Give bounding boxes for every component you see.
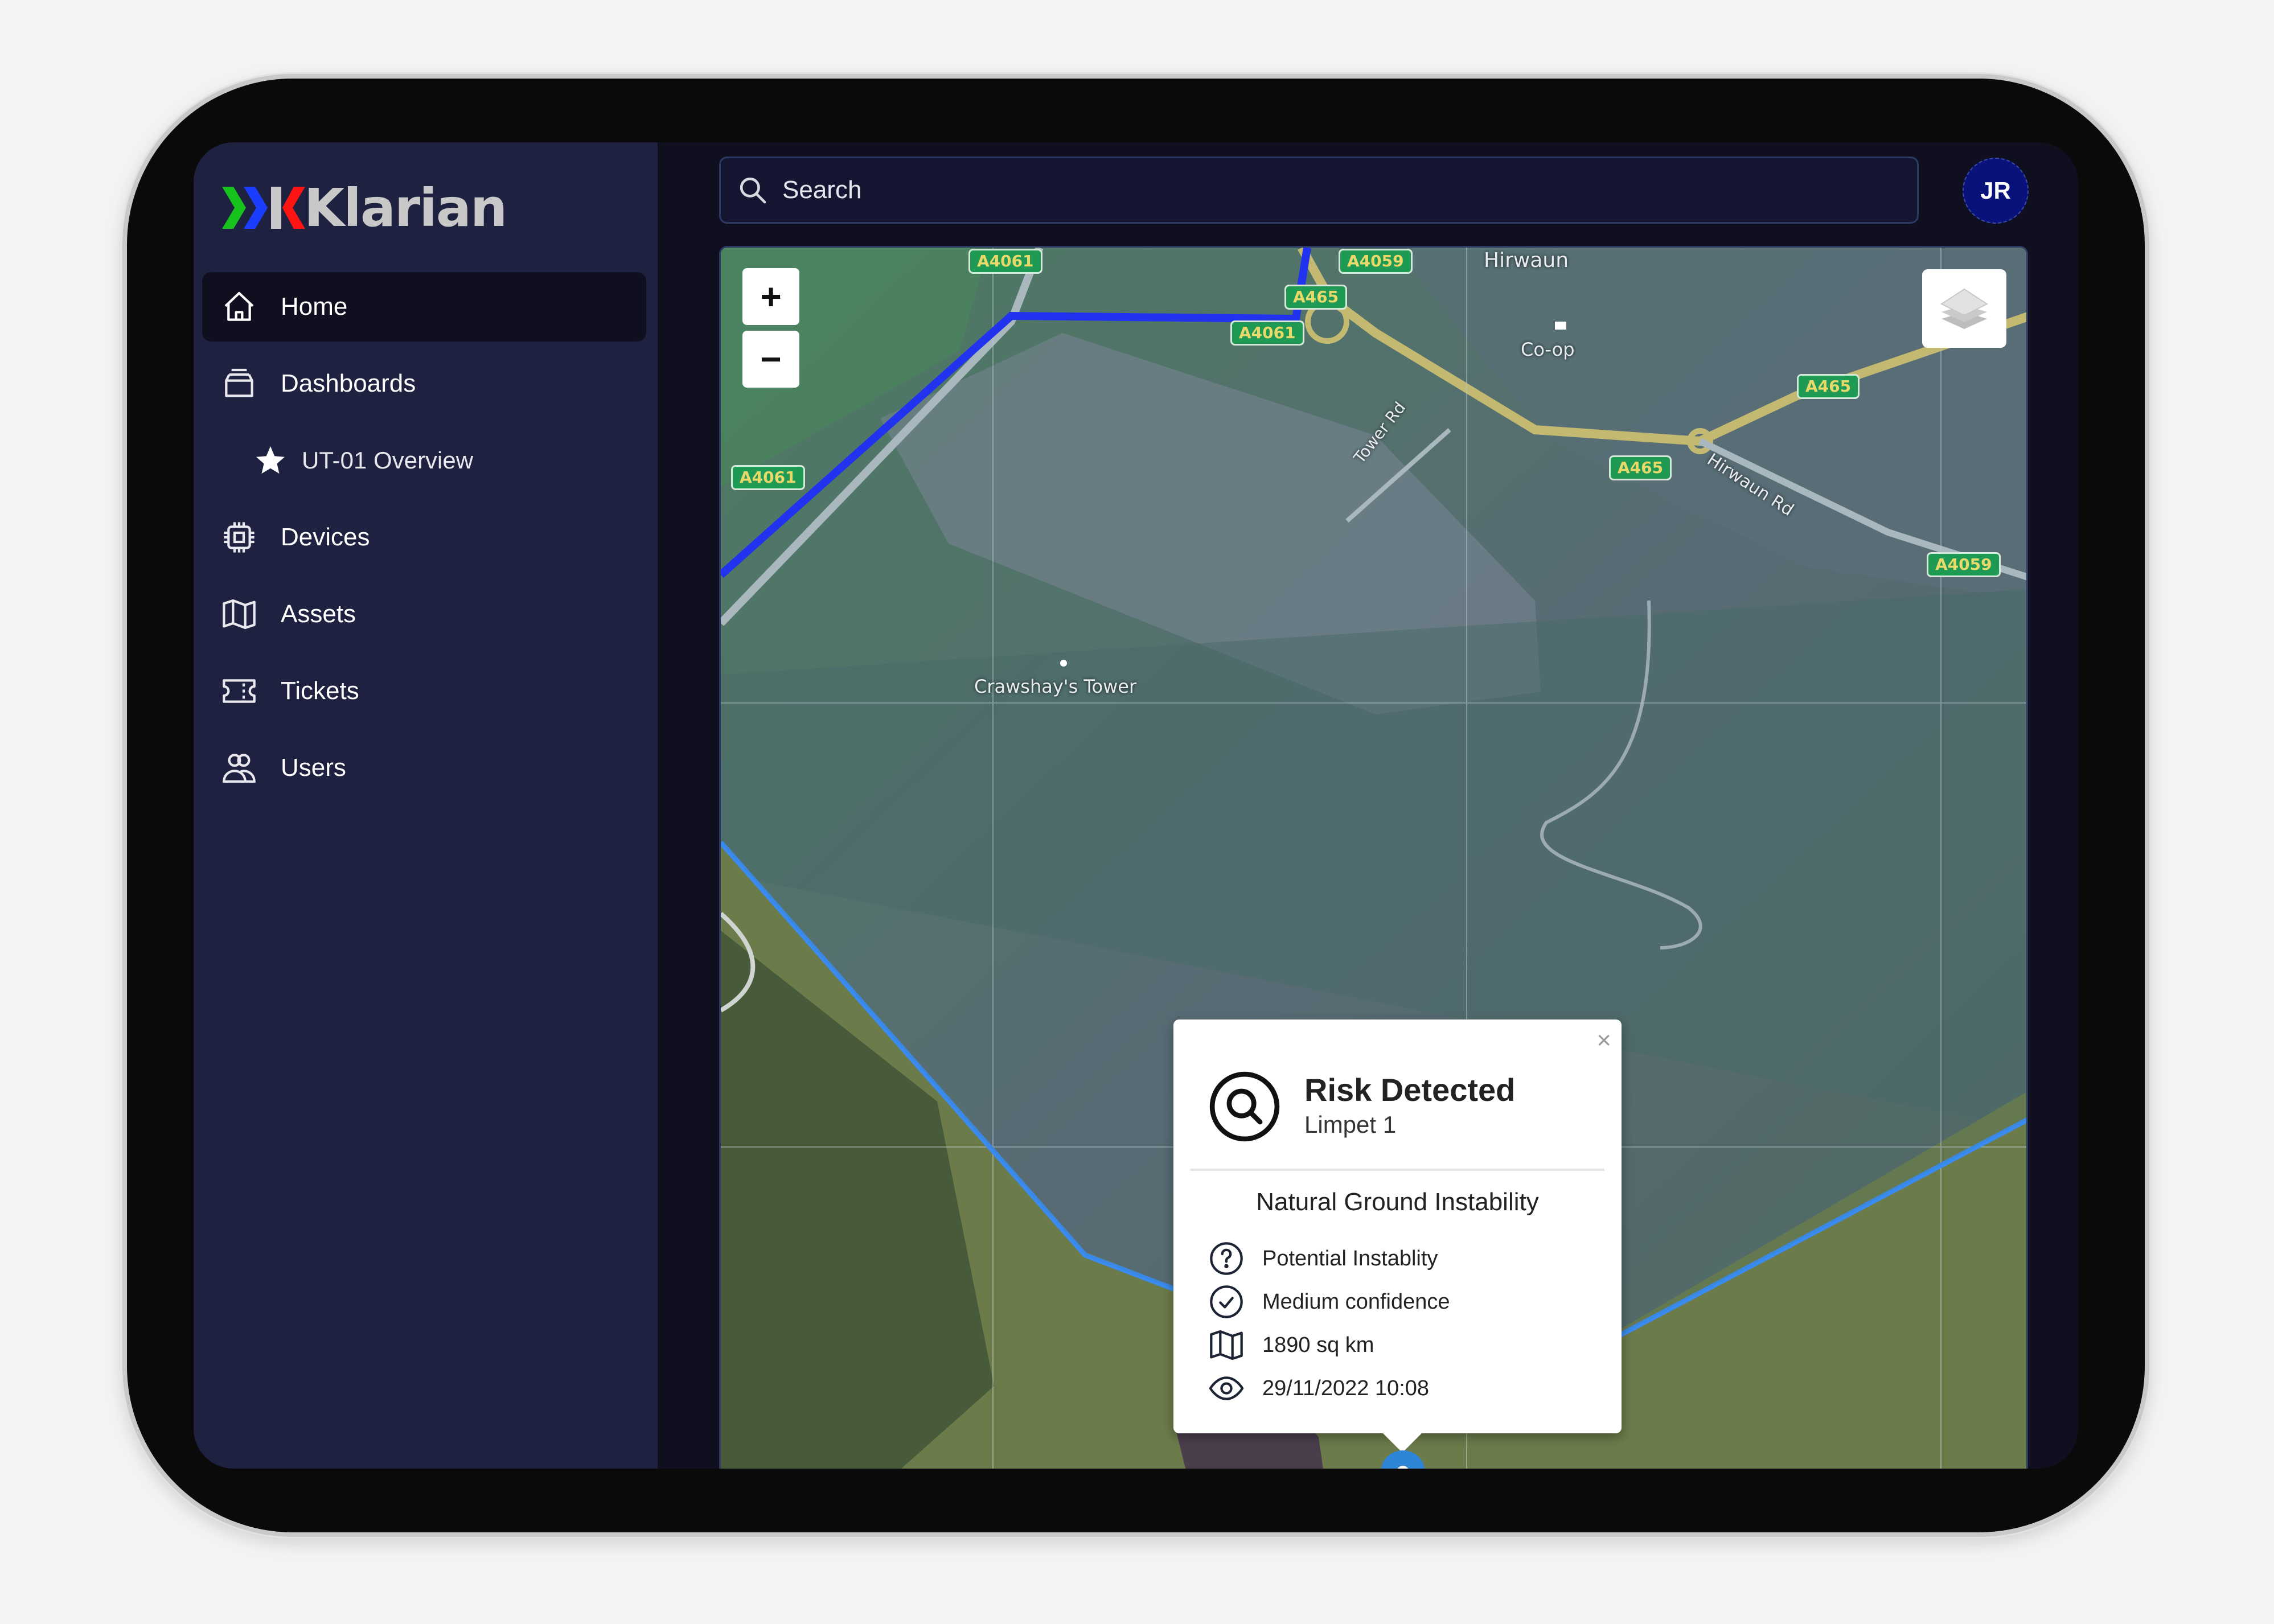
inbox-stack-icon	[219, 364, 259, 404]
risk-category: Natural Ground Instability	[1256, 1188, 1539, 1216]
star-icon	[251, 441, 290, 480]
klarian-chevrons-icon	[222, 187, 305, 229]
detail-text: Potential Instablity	[1262, 1246, 1438, 1271]
road-label: A4059	[1927, 552, 2001, 577]
risk-popup: × Risk Detected Limpet 1 Natural Ground …	[1173, 1019, 1622, 1453]
user-avatar[interactable]: JR	[1963, 158, 2029, 224]
road-label: A4061	[1230, 320, 1304, 346]
sidebar-item-label: Devices	[281, 523, 370, 551]
brand-name: Klarian	[304, 177, 507, 239]
map-icon	[219, 594, 259, 634]
sidebar-item-users[interactable]: Users	[202, 733, 646, 803]
users-icon	[219, 748, 259, 788]
sidebar-item-label: UT-01 Overview	[302, 447, 474, 474]
sidebar-nav: Home Dashboards UT-01 Overview Devices A…	[202, 272, 646, 810]
question-circle-icon	[1206, 1239, 1246, 1278]
layers-icon	[1940, 288, 1989, 329]
map-icon	[1206, 1325, 1246, 1365]
brand-logo[interactable]: Klarian	[222, 165, 507, 250]
search-icon	[737, 174, 769, 206]
check-circle-icon	[1206, 1282, 1246, 1322]
place-label-landmark: Crawshay's Tower	[974, 676, 1137, 697]
search-input[interactable]	[781, 175, 1808, 205]
sidebar-item-label: Tickets	[281, 677, 359, 705]
sidebar-item-label: Assets	[281, 600, 356, 628]
detail-row: 29/11/2022 10:08	[1206, 1367, 1450, 1410]
place-label-shop: Co-op	[1521, 339, 1575, 360]
detail-row: Potential Instablity	[1206, 1237, 1450, 1280]
sidebar-item-label: Home	[281, 293, 348, 320]
ticket-icon	[219, 671, 259, 711]
home-icon	[219, 287, 259, 327]
map-pin-icon[interactable]	[1378, 1449, 1427, 1469]
cpu-chip-icon	[219, 517, 259, 557]
road-label: A465	[1797, 374, 1860, 399]
map-view[interactable]: A4061 A4059 A465 A4061 A4061 A465 A465 A…	[719, 246, 2028, 1469]
popup-header: Risk Detected Limpet 1	[1208, 1070, 1515, 1144]
app-screen: Klarian Home Dashboards UT-01 Overview D…	[194, 142, 2078, 1469]
detail-text: 1890 sq km	[1262, 1333, 1374, 1357]
road-label: A465	[1284, 285, 1348, 310]
sidebar-item-assets[interactable]: Assets	[202, 579, 646, 649]
close-button[interactable]: ×	[1596, 1026, 1611, 1055]
road-label: A4061	[968, 249, 1042, 274]
sidebar-item-dashboards[interactable]: Dashboards	[202, 349, 646, 418]
zoom-out-button[interactable]: −	[742, 331, 799, 388]
detail-row: Medium confidence	[1206, 1280, 1450, 1323]
landmark-marker	[1060, 660, 1067, 667]
detail-text: 29/11/2022 10:08	[1262, 1376, 1430, 1400]
sidebar-item-label: Dashboards	[281, 369, 416, 397]
popup-divider	[1191, 1169, 1604, 1171]
search-bar[interactable]	[719, 157, 1919, 224]
place-label-town: Hirwaun	[1484, 249, 1569, 272]
road-label: A4059	[1339, 249, 1413, 274]
popup-title: Risk Detected	[1304, 1072, 1516, 1108]
sidebar-item-tickets[interactable]: Tickets	[202, 656, 646, 726]
sidebar-item-ut-01-overview[interactable]: UT-01 Overview	[202, 426, 646, 495]
detail-text: Medium confidence	[1262, 1289, 1450, 1314]
zoom-in-button[interactable]: +	[742, 268, 799, 325]
sidebar-item-home[interactable]: Home	[202, 272, 646, 342]
risk-details: Potential Instablity Medium confidence 1…	[1206, 1237, 1450, 1410]
sidebar-item-devices[interactable]: Devices	[202, 503, 646, 572]
eye-icon	[1206, 1368, 1246, 1408]
popup-subtitle: Limpet 1	[1304, 1111, 1397, 1138]
sidebar-item-label: Users	[281, 754, 346, 782]
shop-icon	[1555, 322, 1566, 330]
road-label: A4061	[731, 465, 805, 490]
search-circle-icon	[1208, 1070, 1282, 1144]
detail-row: 1890 sq km	[1206, 1323, 1450, 1367]
zoom-controls: + −	[742, 268, 799, 393]
layers-button[interactable]	[1922, 269, 2006, 348]
road-label: A465	[1609, 455, 1672, 480]
sidebar: Klarian Home Dashboards UT-01 Overview D…	[194, 142, 658, 1469]
